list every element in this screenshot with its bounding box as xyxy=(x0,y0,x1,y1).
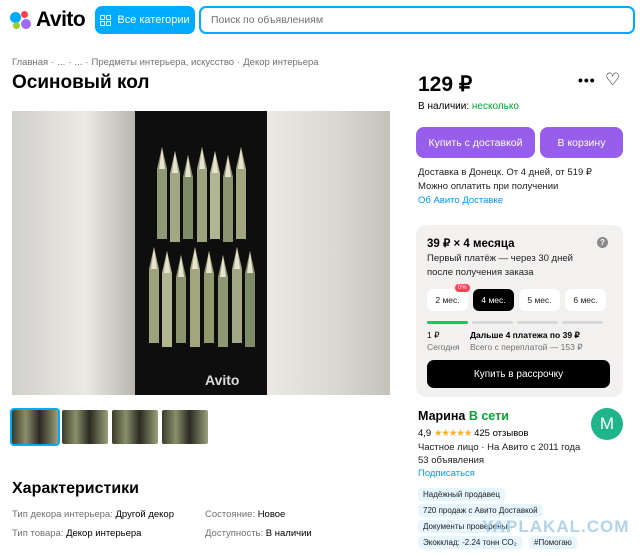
installment-desc: Первый платёж — через 30 дней после полу… xyxy=(427,253,573,278)
char-row: Состояние: Новое xyxy=(205,509,286,520)
photo-watermark: Avito xyxy=(205,372,240,388)
stakes-photo xyxy=(135,111,267,395)
breadcrumb-decor[interactable]: Декор интерьера xyxy=(243,57,318,68)
online-status: В сети xyxy=(468,409,509,423)
breadcrumb: Главная · ... · ... · Предметы интерьера… xyxy=(12,57,319,68)
characteristics-title: Характеристики xyxy=(12,480,140,497)
progress-segment xyxy=(562,321,603,324)
progress-segment xyxy=(517,321,558,324)
first-payment: 1 ₽ Сегодня xyxy=(427,330,460,352)
delivery-info: Доставка в Донецк. От 4 дней, от 519 ₽ М… xyxy=(418,167,592,208)
photo-blur-left xyxy=(12,111,135,395)
seller-tag: Экокклад: -2.24 тонн CO₂ xyxy=(418,536,522,549)
photo-blur-right xyxy=(267,111,390,395)
month-selector: 2 мес. 4 мес. 5 мес. 6 мес. xyxy=(427,289,606,311)
month-option-2[interactable]: 2 мес. xyxy=(427,289,468,311)
logo-dots-icon xyxy=(10,10,32,30)
help-icon[interactable]: ? xyxy=(597,237,608,248)
site-watermark: YAPLAKAL.COM xyxy=(482,517,630,536)
breadcrumb-item[interactable]: ... xyxy=(74,57,82,68)
thumbnail[interactable] xyxy=(62,410,108,444)
logo-text: Avito xyxy=(36,8,86,31)
search-input[interactable]: Поиск по объявлениям xyxy=(199,6,635,34)
month-option-6[interactable]: 6 мес. xyxy=(565,289,606,311)
stock-status: В наличии: несколько xyxy=(418,101,519,112)
grid-icon xyxy=(100,14,112,26)
next-payments: Дальше 4 платежа по 39 ₽ Всего с перепла… xyxy=(470,330,583,352)
seller-rating[interactable]: 4,9 ★★★★★ 425 отзывов xyxy=(418,428,528,439)
main-photo[interactable] xyxy=(12,111,390,395)
month-option-5[interactable]: 5 мес. xyxy=(519,289,560,311)
installment-title: 39 ₽ × 4 месяца xyxy=(427,238,515,250)
delivery-link[interactable]: Об Авито Доставке xyxy=(418,194,592,208)
seller-tag: #Помогаю xyxy=(529,536,577,549)
star-icon: ★★★★★ xyxy=(433,428,473,439)
progress-segment xyxy=(472,321,513,324)
seller-name[interactable]: Марина В сети xyxy=(418,409,509,423)
buy-with-delivery-button[interactable]: Купить с доставкой xyxy=(416,127,535,158)
thumbnail[interactable] xyxy=(10,408,60,446)
payment-progress xyxy=(427,321,603,324)
avatar[interactable]: М xyxy=(591,408,623,440)
all-categories-label: Все категории xyxy=(117,14,190,26)
seller-tag: Надёжный продавец xyxy=(418,488,505,501)
thumbnail[interactable] xyxy=(112,410,158,444)
char-row: Доступность: В наличии xyxy=(205,528,312,539)
more-icon[interactable]: ••• xyxy=(578,72,596,88)
month-option-4[interactable]: 4 мес. xyxy=(473,289,514,311)
thumbnail[interactable] xyxy=(162,410,208,444)
breadcrumb-interior[interactable]: Предметы интерьера, искусство xyxy=(92,57,235,68)
add-to-cart-button[interactable]: В корзину xyxy=(540,127,623,158)
thumbnail-strip xyxy=(10,408,208,446)
avito-logo[interactable]: Avito xyxy=(10,8,86,32)
seller-tag: 720 продаж с Авито Доставкой xyxy=(418,504,543,517)
progress-segment xyxy=(427,321,468,324)
price: 129 ₽ xyxy=(418,73,473,96)
buy-installment-button[interactable]: Купить в рассрочку xyxy=(427,360,610,388)
listing-title: Осиновый кол xyxy=(12,72,150,93)
subscribe-link[interactable]: Подписаться xyxy=(418,468,475,479)
seller-type: Частное лицо · На Авито с 2011 года xyxy=(418,442,581,453)
char-row: Тип товара: Декор интерьера xyxy=(12,528,142,539)
breadcrumb-item[interactable]: ... xyxy=(57,57,65,68)
zero-percent-badge: 0% xyxy=(455,284,470,292)
seller-ads[interactable]: 53 объявления xyxy=(418,455,484,466)
all-categories-button[interactable]: Все категории xyxy=(95,6,195,34)
heart-icon[interactable]: ♡ xyxy=(605,70,620,90)
breadcrumb-home[interactable]: Главная xyxy=(12,57,48,68)
char-row: Тип декора интерьера: Другой декор xyxy=(12,509,175,520)
